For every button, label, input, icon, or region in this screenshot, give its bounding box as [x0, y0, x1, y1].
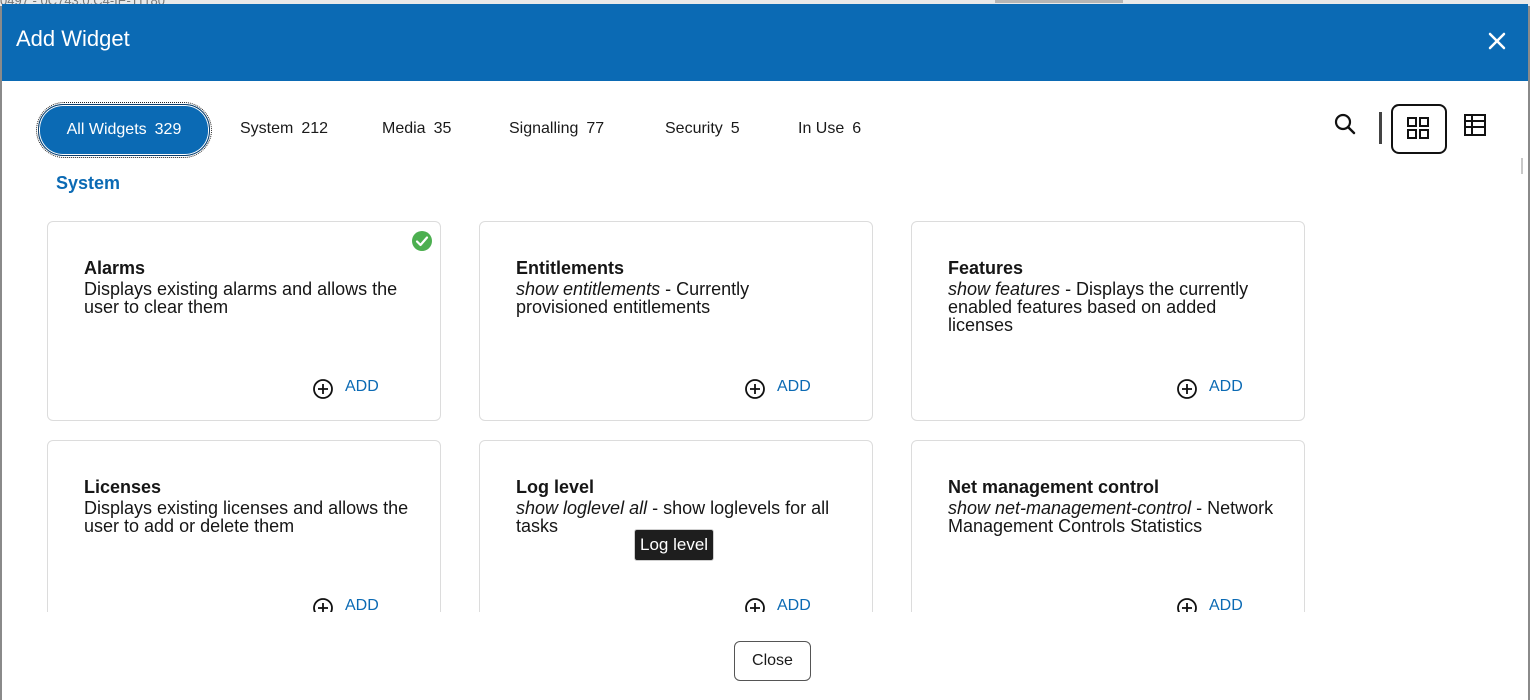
add-circle-icon: [313, 598, 333, 612]
add-circle-icon: [745, 598, 765, 612]
card-description: show net-management-control - Network Ma…: [948, 499, 1278, 535]
add-label: ADD: [1209, 378, 1243, 395]
widget-grid: Alarms Displays existing alarms and allo…: [2, 4, 1528, 612]
card-description: show features - Displays the currently e…: [948, 280, 1278, 334]
card-title: Features: [948, 258, 1024, 278]
add-label: ADD: [345, 378, 379, 395]
card-description: Displays existing licenses and allows th…: [84, 499, 414, 535]
add-label: ADD: [777, 597, 811, 612]
in-use-check-icon: [412, 231, 432, 251]
card-command: show loglevel all: [516, 498, 648, 518]
card-title: Net management control: [948, 477, 1160, 497]
widget-card-features[interactable]: Features show features - Displays the cu…: [911, 221, 1305, 421]
tooltip: Log level: [634, 529, 715, 561]
card-title: Licenses: [84, 477, 162, 497]
widget-card-net-management-control[interactable]: Net management control show net-manageme…: [911, 440, 1305, 612]
widget-card-entitlements[interactable]: Entitlements show entitlements - Current…: [479, 221, 873, 421]
add-label: ADD: [1209, 597, 1243, 612]
card-description: show entitlements - Currently provisione…: [516, 280, 846, 316]
add-circle-icon: [1177, 379, 1197, 399]
add-label: ADD: [345, 597, 379, 612]
add-widget-dialog: Add Widget All Widgets 329 System 212 Medi…: [2, 4, 1528, 700]
add-circle-icon: [745, 379, 765, 399]
add-label: ADD: [777, 378, 811, 395]
card-command: show net-management-control: [948, 498, 1192, 518]
add-circle-icon: [313, 379, 333, 399]
close-button[interactable]: Close: [734, 641, 811, 681]
widget-card-licenses[interactable]: Licenses Displays existing licenses and …: [47, 440, 441, 612]
card-description: Displays existing alarms and allows the …: [84, 280, 414, 316]
card-command: show features: [948, 279, 1061, 299]
widget-card-log-level[interactable]: Log level show loglevel all - show logle…: [479, 440, 873, 612]
background-tab-fragment: [995, 0, 1123, 3]
card-title: Entitlements: [516, 258, 625, 278]
card-description-text: Displays existing alarms and allows the …: [84, 279, 398, 317]
add-circle-icon: [1177, 598, 1197, 612]
card-command: show entitlements: [516, 279, 661, 299]
card-description-text: Displays existing licenses and allows th…: [84, 498, 409, 536]
card-title: Alarms: [84, 258, 146, 278]
card-title: Log level: [516, 477, 595, 497]
widget-card-alarms[interactable]: Alarms Displays existing alarms and allo…: [47, 221, 441, 421]
